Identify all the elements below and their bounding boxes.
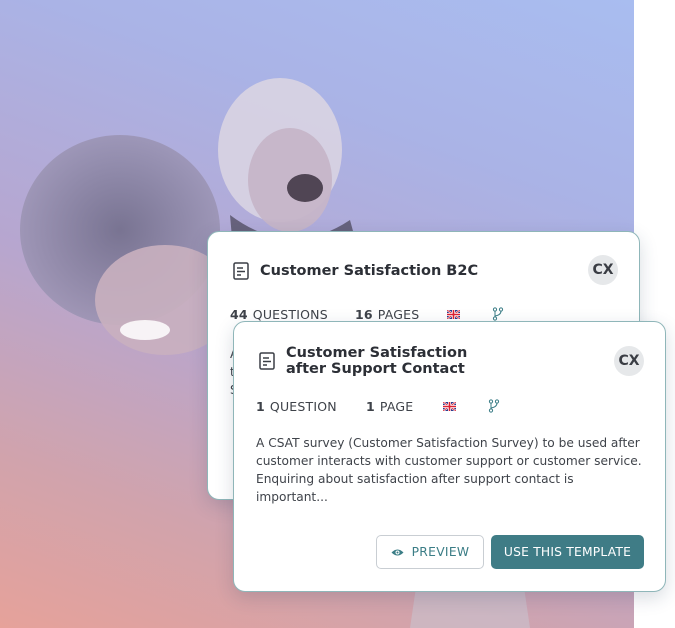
preview-button[interactable]: PREVIEW xyxy=(376,535,484,569)
branch-icon xyxy=(488,399,500,413)
questions-count: 1 QUESTION xyxy=(256,399,337,414)
document-icon xyxy=(259,352,275,370)
pages-count: 1 PAGE xyxy=(366,399,414,414)
pages-count: 16 PAGES xyxy=(355,307,420,322)
uk-flag-icon xyxy=(447,310,460,319)
category-badge: CX xyxy=(614,346,644,376)
card-title: Customer Satisfaction after Support Cont… xyxy=(286,345,468,377)
card-title: Customer Satisfaction B2C xyxy=(260,263,479,279)
use-template-button[interactable]: USE THIS TEMPLATE xyxy=(491,535,644,569)
preview-button-label: PREVIEW xyxy=(411,545,470,559)
template-card-support[interactable]: Customer Satisfaction after Support Cont… xyxy=(233,321,666,592)
use-template-button-label: USE THIS TEMPLATE xyxy=(503,545,632,559)
card-description: A CSAT survey (Customer Satisfaction Sur… xyxy=(256,436,642,504)
uk-flag-icon xyxy=(443,402,456,411)
category-badge: CX xyxy=(588,255,618,285)
eye-icon xyxy=(391,549,404,555)
document-icon xyxy=(233,262,249,280)
questions-count: 44 QUESTIONS xyxy=(230,307,328,322)
branch-icon xyxy=(492,307,504,321)
